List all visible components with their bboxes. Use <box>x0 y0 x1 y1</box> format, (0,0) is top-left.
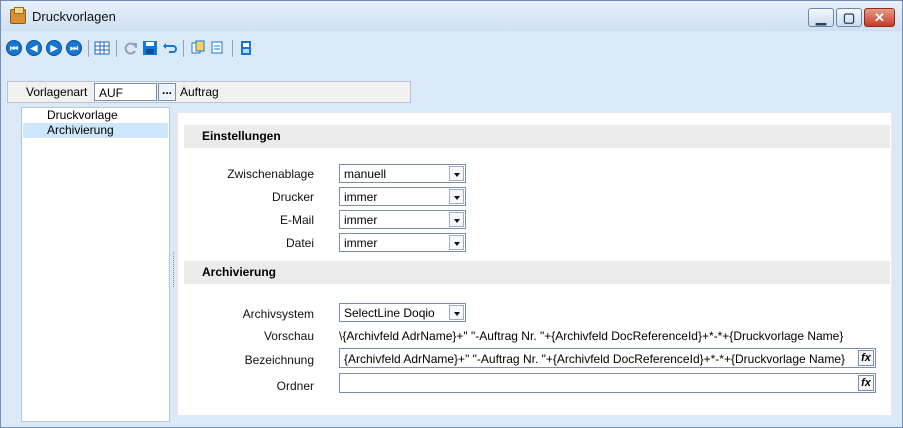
chevron-down-icon <box>449 189 464 204</box>
toolbar-separator <box>183 40 184 57</box>
minimize-icon: ▁ <box>816 10 826 25</box>
bezeichnung-value: {Archivfeld AdrName}+" "-Auftrag Nr. "+{… <box>344 352 846 366</box>
archivsystem-select[interactable]: SelectLine Doqio <box>339 303 466 322</box>
panel-splitter[interactable] <box>173 252 175 287</box>
ordner-label: Ordner <box>276 379 314 393</box>
email-select[interactable]: immer <box>339 210 466 229</box>
chevron-down-icon <box>449 235 464 250</box>
vorlagenart-bar: Vorlagenart AUF ... Auftrag <box>7 81 411 103</box>
settings-panel: Einstellungen Zwischenablage manuell Dru… <box>177 112 892 416</box>
first-record-icon: ⏮ <box>6 40 22 56</box>
vorschau-value: \{Archivfeld AdrName}+" "-Auftrag Nr. "+… <box>339 329 844 343</box>
save-icon <box>143 41 157 55</box>
refresh-button[interactable] <box>121 39 139 57</box>
chevron-down-icon <box>449 212 464 227</box>
bezeichnung-formula-button[interactable]: fx <box>858 350 874 366</box>
toolbar-separator <box>232 40 233 57</box>
bezeichnung-label: Bezeichnung <box>244 353 314 367</box>
zwischenablage-label: Zwischenablage <box>227 167 314 181</box>
toolbar-separator <box>88 40 89 57</box>
copy-icon <box>191 40 205 54</box>
document-button[interactable] <box>237 39 255 57</box>
tree-item-archivierung[interactable]: Archivierung <box>23 123 168 138</box>
drucker-select[interactable]: immer <box>339 187 466 206</box>
zwischenablage-value: manuell <box>344 167 387 181</box>
archiving-section-header: Archivierung <box>184 261 890 284</box>
email-value: immer <box>344 213 378 227</box>
toolbar: ⏮ ◀ ▶ ⏭ <box>5 39 425 63</box>
next-record-icon: ▶ <box>46 40 62 56</box>
window-title: Druckvorlagen <box>32 9 116 24</box>
copy-button[interactable] <box>189 39 207 57</box>
vorlagenart-description: Auftrag <box>180 85 219 99</box>
undo-button[interactable] <box>161 39 179 57</box>
vorschau-label: Vorschau <box>263 329 314 343</box>
datei-select[interactable]: immer <box>339 233 466 252</box>
app-icon <box>10 7 26 24</box>
print-preview-button[interactable] <box>209 39 227 57</box>
archivsystem-value: SelectLine Doqio <box>344 306 435 320</box>
ordner-formula-button[interactable]: fx <box>858 375 874 391</box>
email-label: E-Mail <box>279 213 314 227</box>
datei-label: Datei <box>285 236 314 250</box>
previous-record-icon: ◀ <box>26 40 42 56</box>
drucker-label: Drucker <box>271 190 314 204</box>
archivsystem-label: Archivsystem <box>242 307 314 321</box>
bezeichnung-input[interactable]: {Archivfeld AdrName}+" "-Auftrag Nr. "+{… <box>339 348 876 368</box>
title-bar: Druckvorlagen ▁ ▢ ✕ <box>1 1 902 31</box>
previous-record-button[interactable]: ◀ <box>25 39 43 57</box>
print-preview-icon <box>211 41 223 54</box>
datei-value: immer <box>344 236 378 250</box>
minimize-button[interactable]: ▁ <box>808 8 834 27</box>
drucker-value: immer <box>344 190 378 204</box>
vorlagenart-input[interactable]: AUF <box>94 83 157 101</box>
zwischenablage-select[interactable]: manuell <box>339 164 466 183</box>
vorlagenart-lookup-button[interactable]: ... <box>158 83 176 101</box>
refresh-icon <box>124 42 137 55</box>
vorlagenart-value: AUF <box>99 86 123 100</box>
tree-item-druckvorlage[interactable]: Druckvorlage <box>23 108 168 123</box>
chevron-down-icon <box>449 305 464 320</box>
save-button[interactable] <box>141 39 159 57</box>
druckvorlagen-window: Druckvorlagen ▁ ▢ ✕ ⏮ ◀ ▶ ⏭ Vorlagenart … <box>0 0 903 428</box>
last-record-icon: ⏭ <box>66 40 82 56</box>
next-record-button[interactable]: ▶ <box>45 39 63 57</box>
settings-section-header: Einstellungen <box>184 125 890 148</box>
first-record-button[interactable]: ⏮ <box>5 39 23 57</box>
navigation-tree: Druckvorlage Archivierung <box>21 107 170 422</box>
document-icon <box>241 41 251 55</box>
maximize-icon: ▢ <box>842 10 856 25</box>
undo-icon <box>163 43 177 53</box>
chevron-down-icon <box>449 166 464 181</box>
last-record-button[interactable]: ⏭ <box>65 39 83 57</box>
vorlagenart-label: Vorlagenart <box>26 85 88 99</box>
close-icon: ✕ <box>874 10 885 25</box>
table-icon <box>94 41 110 55</box>
toolbar-separator <box>116 40 117 57</box>
close-button[interactable]: ✕ <box>864 8 895 27</box>
maximize-button[interactable]: ▢ <box>836 8 862 27</box>
ordner-input[interactable]: fx <box>339 373 876 393</box>
table-button[interactable] <box>93 39 111 57</box>
